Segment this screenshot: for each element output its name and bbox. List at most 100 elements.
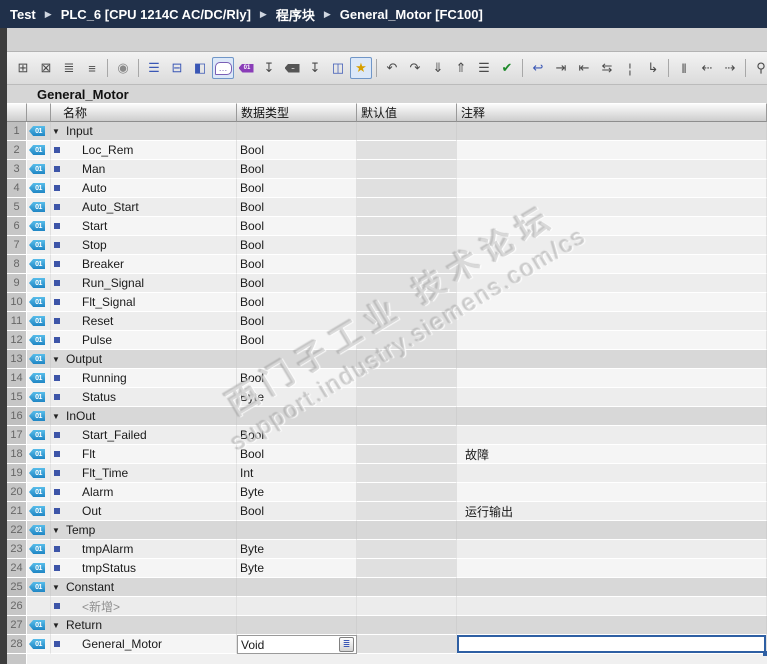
comment-cell[interactable] [457,217,767,236]
row-number[interactable]: 21 [7,502,27,521]
default-value-cell[interactable] [357,141,457,160]
default-value-cell[interactable] [357,179,457,198]
compile-icon[interactable]: ✔ [496,57,518,79]
row-number[interactable]: 13 [7,350,27,369]
comment-cell[interactable] [457,141,767,160]
redo-icon[interactable]: ↷ [404,57,426,79]
name-cell[interactable]: Man [51,160,237,179]
row-number[interactable]: 5 [7,198,27,217]
datatype-cell[interactable]: Bool [237,160,357,179]
comment-cell[interactable] [457,559,767,578]
datatype-cell[interactable]: Bool [237,179,357,198]
row-number[interactable]: 19 [7,464,27,483]
row-number[interactable]: 16 [7,407,27,426]
datatype-cell[interactable]: Bool [237,274,357,293]
name-cell[interactable]: <新增> [51,597,237,616]
header-datatype[interactable]: 数据类型 [237,103,357,122]
comments-toggle-icon[interactable]: … [212,57,234,79]
datatype-cell[interactable]: Byte [237,540,357,559]
name-cell[interactable]: ▼ Constant [51,578,237,597]
name-cell[interactable]: Flt [51,445,237,464]
network-list-icon[interactable]: ◧ [189,57,211,79]
datatype-cell[interactable]: Bool [237,502,357,521]
row-number[interactable]: 11 [7,312,27,331]
datatype-cell[interactable]: Bool [237,426,357,445]
backward-reference-icon[interactable]: ⇤ [573,57,595,79]
row-number[interactable]: 9 [7,274,27,293]
row-number[interactable]: 1 [7,122,27,141]
datatype-dropdown-button[interactable]: ≣ [339,637,354,652]
go-to-definition-icon[interactable]: ↩ [527,57,549,79]
name-cell[interactable]: Start_Failed [51,426,237,445]
datatype-cell[interactable] [237,407,357,426]
default-value-cell[interactable] [357,502,457,521]
header-name[interactable]: 名称 [51,103,237,122]
default-value-cell[interactable] [357,407,457,426]
absolute-operands-icon[interactable]: ¦ [619,57,641,79]
comment-cell[interactable]: 运行输出 [457,502,767,521]
default-value-cell[interactable] [357,388,457,407]
comment-cell[interactable] [457,236,767,255]
collapse-arrow-icon[interactable]: ▼ [52,526,64,535]
row-number[interactable]: 2 [7,141,27,160]
row-number[interactable]: 17 [7,426,27,445]
default-value-cell[interactable] [357,464,457,483]
default-value-cell[interactable] [357,521,457,540]
default-value-cell[interactable] [357,445,457,464]
branch-icon[interactable]: ↳ [642,57,664,79]
datatype-cell[interactable]: Bool [237,312,357,331]
name-cell[interactable]: Out [51,502,237,521]
comment-cell[interactable] [457,293,767,312]
row-number[interactable]: 25 [7,578,27,597]
bookmarks-icon[interactable]: ‖ [673,57,695,79]
default-value-cell[interactable] [357,217,457,236]
name-cell[interactable]: Start [51,217,237,236]
favorites-toggle-icon[interactable]: ★ [350,57,372,79]
datatype-cell[interactable] [237,521,357,540]
comment-cell[interactable] [457,464,767,483]
name-cell[interactable]: Breaker [51,255,237,274]
collapse-arrow-icon[interactable]: ▼ [52,355,64,364]
previous-bookmark-icon[interactable]: ⇠ [696,57,718,79]
default-value-cell[interactable] [357,426,457,445]
row-number[interactable]: 27 [7,616,27,635]
row-number[interactable]: 7 [7,236,27,255]
breadcrumb-item[interactable]: PLC_6 [CPU 1214C AC/DC/Rly] [61,7,251,22]
selection-handle[interactable] [763,651,767,656]
row-number[interactable]: 14 [7,369,27,388]
name-cell[interactable]: ▼ Input [51,122,237,141]
datatype-cell[interactable]: Bool [237,331,357,350]
comment-cell[interactable] [457,426,767,445]
row-number[interactable]: 28 [7,635,27,654]
collapse-arrow-icon[interactable]: ▼ [52,621,64,630]
default-value-cell[interactable] [357,160,457,179]
row-number[interactable]: 24 [7,559,27,578]
name-cell[interactable]: ▼ Temp [51,521,237,540]
comment-cell[interactable] [457,578,767,597]
find-replace-icon[interactable]: ⚲ [750,57,767,79]
row-number[interactable]: 4 [7,179,27,198]
datatype-cell[interactable]: Bool [237,217,357,236]
forward-reference-icon[interactable]: ⇥ [550,57,572,79]
row-number[interactable]: 20 [7,483,27,502]
default-value-cell[interactable] [357,540,457,559]
default-value-cell[interactable] [357,198,457,217]
datatype-cell[interactable]: Byte [237,483,357,502]
update-references-icon[interactable]: ⇆ [596,57,618,79]
default-value-cell[interactable] [357,331,457,350]
window-layout-icon[interactable]: ◫ [327,57,349,79]
comment-cell[interactable] [457,331,767,350]
name-cell[interactable]: General_Motor [51,635,237,654]
collapse-members-icon[interactable]: ↧ [304,57,326,79]
datatype-cell[interactable]: Byte [237,559,357,578]
default-value-cell[interactable] [357,635,457,654]
row-number[interactable]: 23 [7,540,27,559]
name-cell[interactable]: ▼ InOut [51,407,237,426]
breadcrumb-item[interactable]: General_Motor [FC100] [340,7,483,22]
sort-lines-icon[interactable]: ☰ [473,57,495,79]
row-number[interactable]: 12 [7,331,27,350]
row-number[interactable]: 18 [7,445,27,464]
row-number[interactable]: 3 [7,160,27,179]
datatype-cell[interactable] [237,350,357,369]
datatype-cell[interactable]: Bool [237,445,357,464]
